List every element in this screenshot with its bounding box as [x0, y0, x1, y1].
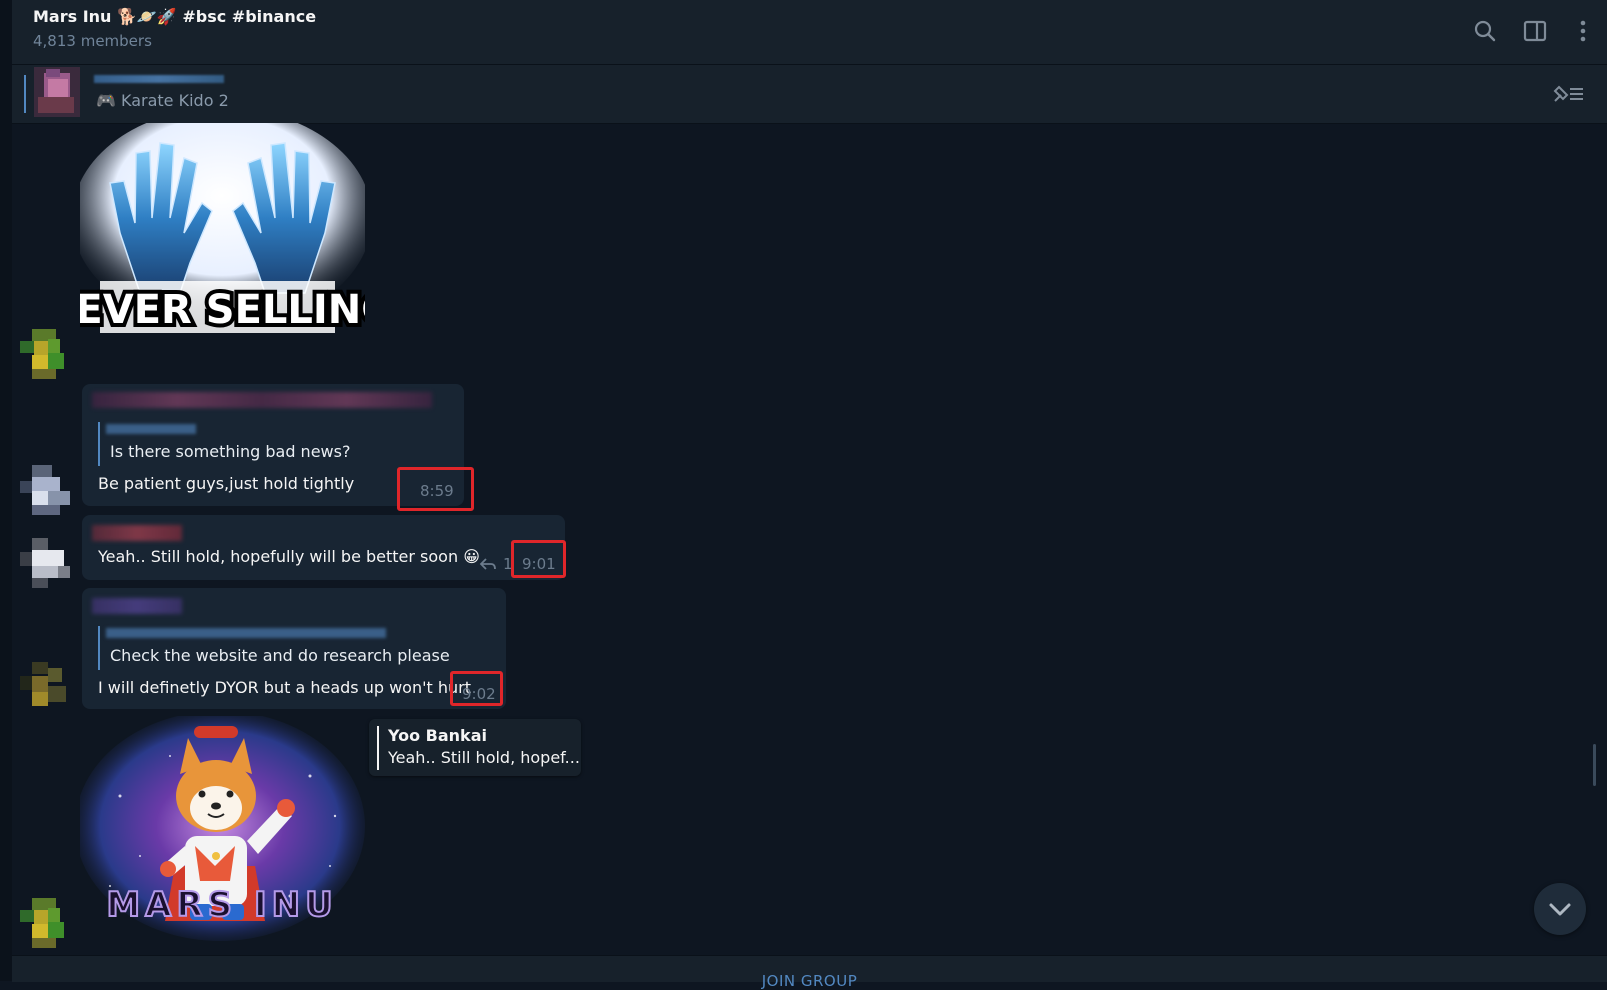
- avatar[interactable]: [18, 898, 72, 948]
- reply-preview-popup[interactable]: Yoo Bankai Yeah.. Still hold, hopef...: [369, 719, 581, 776]
- never-selling-sticker-text: NEVER SELLING: [80, 287, 365, 333]
- pinned-accent-bar: [24, 75, 26, 113]
- reply-preview-sender: Yoo Bankai: [388, 726, 487, 745]
- window-left-edge: [0, 0, 12, 981]
- reply-preview-text: Yeah.. Still hold, hopef...: [388, 748, 580, 767]
- join-group-button[interactable]: JOIN GROUP: [12, 972, 1607, 990]
- time-highlight-box: [450, 671, 503, 706]
- avatar[interactable]: [18, 662, 72, 712]
- reply-quote[interactable]: Is there something bad news?: [98, 422, 430, 466]
- reply-quote-text: Is there something bad news?: [110, 442, 351, 461]
- mars-inu-sticker-text: MARS INU: [106, 885, 337, 925]
- message-text: Yeah.. Still hold, hopefully will be bet…: [98, 547, 480, 566]
- reply-quote-text: Check the website and do research please: [110, 646, 450, 665]
- reply-preview-bar: [377, 726, 379, 770]
- pinned-avatar: [34, 67, 80, 117]
- avatar[interactable]: [18, 538, 72, 588]
- scrollbar-track[interactable]: [1590, 125, 1596, 945]
- reply-sender-redacted: [106, 424, 196, 434]
- time-highlight-box: [511, 540, 566, 578]
- bottom-action-bar: JOIN GROUP: [12, 955, 1607, 990]
- sender-name-redacted: [92, 392, 432, 408]
- avatar[interactable]: [18, 465, 72, 515]
- chat-header[interactable]: Mars Inu 🐕🪐🚀 #bsc #binance 4,813 members: [12, 0, 1607, 65]
- message-text: Be patient guys,just hold tightly: [98, 474, 355, 493]
- message-bubble[interactable]: Yeah.. Still hold, hopefully will be bet…: [82, 515, 565, 580]
- more-vertical-icon[interactable]: [1570, 18, 1596, 44]
- scroll-to-bottom-button[interactable]: [1534, 883, 1586, 935]
- never-selling-sticker[interactable]: NEVER SELLING: [80, 123, 365, 341]
- pinned-message-text: 🎮 Karate Kido 2: [96, 91, 229, 110]
- search-icon[interactable]: [1472, 18, 1498, 44]
- message-bubble[interactable]: Check the website and do research please…: [82, 588, 506, 709]
- pinned-list-icon[interactable]: [1551, 83, 1585, 105]
- sender-name-redacted: [92, 525, 182, 541]
- chevron-down-icon: [1549, 903, 1571, 916]
- chat-title[interactable]: Mars Inu 🐕🪐🚀 #bsc #binance: [33, 7, 316, 26]
- message-text: I will definetly DYOR but a heads up won…: [98, 678, 471, 697]
- pinned-sender-redacted: [94, 75, 224, 83]
- time-highlight-box: [397, 467, 474, 511]
- scrollbar-thumb[interactable]: [1593, 744, 1596, 786]
- avatar[interactable]: [18, 329, 72, 379]
- reply-arrow-icon[interactable]: [479, 557, 497, 571]
- sidebar-toggle-icon[interactable]: [1522, 18, 1548, 44]
- pinned-message-bar[interactable]: 🎮 Karate Kido 2: [12, 65, 1607, 124]
- mars-inu-sticker[interactable]: MARS INU: [80, 716, 365, 952]
- member-count: 4,813 members: [33, 32, 152, 50]
- sender-name-redacted: [92, 598, 182, 614]
- reply-sender-redacted: [106, 628, 386, 638]
- reply-quote[interactable]: Check the website and do research please: [98, 626, 450, 670]
